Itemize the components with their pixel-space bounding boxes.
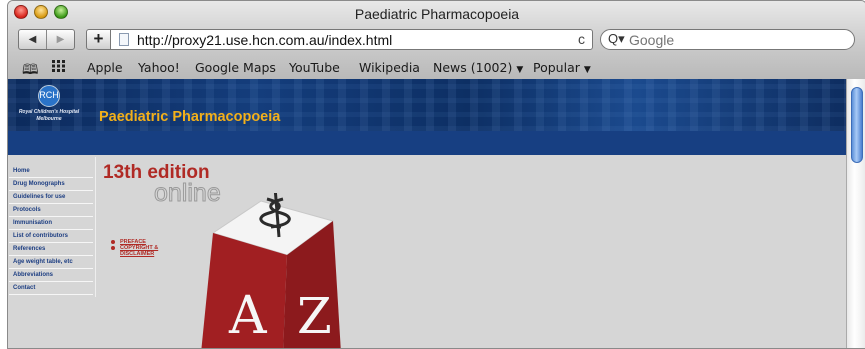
bookmark-news-menu[interactable]: News (1002) ▼ bbox=[433, 60, 523, 75]
back-arrow-icon[interactable]: ◀ bbox=[19, 30, 46, 49]
document-icon bbox=[119, 33, 129, 46]
sidebar-item-contributors[interactable]: List of contributors bbox=[9, 230, 93, 243]
bookmark-news-label: News (1002) bbox=[433, 60, 513, 75]
hospital-city: Melbourne bbox=[36, 116, 62, 122]
banner-strip bbox=[8, 131, 846, 155]
search-input[interactable] bbox=[629, 31, 839, 48]
link-copyright[interactable]: COPYRIGHT & DISCLAIMER bbox=[111, 245, 158, 257]
reload-icon[interactable]: c bbox=[578, 31, 585, 47]
bookmark-youtube[interactable]: YouTube bbox=[289, 60, 340, 75]
link-copyright-label: COPYRIGHT & DISCLAIMER bbox=[120, 245, 159, 257]
chevron-down-icon: ▼ bbox=[516, 65, 524, 75]
bookmark-yahoo[interactable]: Yahoo! bbox=[138, 60, 180, 75]
sidebar-divider bbox=[95, 157, 96, 297]
sidebar-item-guidelines[interactable]: Guidelines for use bbox=[9, 191, 93, 204]
search-field[interactable]: Q▾ bbox=[600, 29, 855, 50]
sidebar-item-references[interactable]: References bbox=[9, 243, 93, 256]
web-content: RCH Royal Children's Hospital Melbourne … bbox=[8, 79, 846, 348]
hospital-logo-icon[interactable]: RCH bbox=[38, 85, 60, 107]
bookmarks-bar: 🕮 Apple Yahoo! Google Maps YouTube Wikip… bbox=[8, 56, 865, 78]
bullet-icon bbox=[111, 240, 115, 244]
content-links: PREFACE COPYRIGHT & DISCLAIMER bbox=[111, 239, 158, 257]
sidebar-item-immunisation[interactable]: Immunisation bbox=[9, 217, 93, 230]
window-title: Paediatric Pharmacopoeia bbox=[354, 6, 520, 22]
hospital-name: Royal Children's Hospital bbox=[18, 109, 80, 115]
sidebar-item-abbreviations[interactable]: Abbreviations bbox=[9, 269, 93, 282]
sidebar-item-protocols[interactable]: Protocols bbox=[9, 204, 93, 217]
site-banner: RCH Royal Children's Hospital Melbourne … bbox=[8, 79, 846, 131]
browser-window: Paediatric Pharmacopoeia ◀ ▶ + c Q▾ 🕮 Ap… bbox=[7, 0, 865, 349]
bookmark-apple[interactable]: Apple bbox=[87, 60, 123, 75]
title-bar: Paediatric Pharmacopoeia ◀ ▶ + c Q▾ 🕮 Ap… bbox=[8, 1, 865, 80]
bookmark-wikipedia[interactable]: Wikipedia bbox=[359, 60, 420, 75]
vertical-scrollbar[interactable] bbox=[846, 79, 865, 348]
chevron-down-icon: ▼ bbox=[583, 65, 591, 75]
top-sites-grid-icon[interactable] bbox=[52, 60, 66, 72]
sidebar-item-contact[interactable]: Contact bbox=[9, 282, 93, 295]
forward-arrow-icon[interactable]: ▶ bbox=[46, 30, 74, 49]
bookmark-google-maps[interactable]: Google Maps bbox=[195, 60, 276, 75]
a-to-z-cube-graphic: A Z bbox=[201, 193, 341, 348]
url-input[interactable] bbox=[137, 31, 557, 48]
sidebar-item-drug-monographs[interactable]: Drug Monographs bbox=[9, 178, 93, 191]
scrollbar-thumb[interactable] bbox=[851, 87, 863, 163]
back-forward-buttons: ◀ ▶ bbox=[18, 29, 75, 50]
bookmark-popular-label: Popular bbox=[533, 60, 580, 75]
cube-letter-z: Z bbox=[297, 287, 332, 345]
search-icon[interactable]: Q▾ bbox=[608, 31, 625, 47]
address-bar[interactable]: c bbox=[110, 29, 593, 50]
sidebar-item-age-weight[interactable]: Age weight table, etc bbox=[9, 256, 93, 269]
cube-letter-a: A bbox=[228, 286, 268, 346]
bullet-icon bbox=[111, 246, 115, 250]
add-bookmark-button[interactable]: + bbox=[86, 29, 111, 50]
sidebar-item-home[interactable]: Home bbox=[9, 165, 93, 178]
bookmark-popular-menu[interactable]: Popular ▼ bbox=[533, 60, 591, 75]
site-title: Paediatric Pharmacopoeia bbox=[99, 109, 281, 125]
sidebar-nav: Home Drug Monographs Guidelines for use … bbox=[9, 157, 96, 297]
